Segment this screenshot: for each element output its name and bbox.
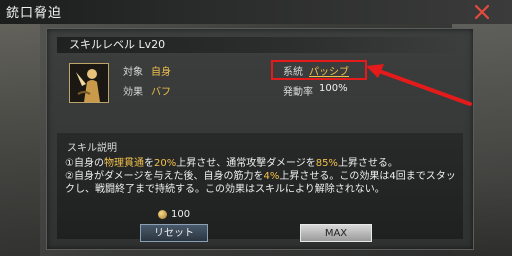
highlight-fragment: 4% xyxy=(263,171,280,182)
max-button[interactable]: MAX xyxy=(300,224,372,242)
highlight-fragment: 物理貫通 xyxy=(103,158,144,169)
skill-portrait-icon xyxy=(69,63,109,103)
close-icon xyxy=(474,4,490,20)
description-line-2: ②自身がダメージを与えた後、自身の筋力を4%上昇させる。この効果は4回までスタッ… xyxy=(65,170,461,196)
text-fragment: 上昇させ、通常攻撃ダメージを xyxy=(176,158,316,169)
effect-label: 効果 xyxy=(123,87,143,98)
text-fragment: 上昇させる。 xyxy=(337,158,398,169)
target-label: 対象 xyxy=(123,67,143,78)
title-bar: 銃口脅迫 xyxy=(0,0,512,24)
highlight-box xyxy=(271,60,367,80)
text-fragment: ①自身の xyxy=(65,158,104,169)
description-text: ①自身の物理貫通を20%上昇させ、通常攻撃ダメージを85%上昇させる。 ②自身が… xyxy=(65,157,461,196)
coin-icon xyxy=(158,210,167,219)
highlight-fragment: 20% xyxy=(153,158,177,169)
close-button[interactable] xyxy=(468,0,496,24)
highlight-fragment: 85% xyxy=(315,158,338,169)
rate-label: 発動率 xyxy=(283,87,313,98)
cost-value: 100 xyxy=(171,209,191,220)
pointer-arrow-icon xyxy=(366,64,472,106)
text-fragment: を xyxy=(143,158,154,169)
description-box: スキル説明 ①自身の物理貫通を20%上昇させ、通常攻撃ダメージを85%上昇させる… xyxy=(57,133,463,239)
cost-display: 100 xyxy=(158,209,190,220)
reset-button[interactable]: リセット xyxy=(140,224,208,242)
target-value: 自身 xyxy=(151,67,171,78)
background-left xyxy=(0,0,40,256)
text-fragment: ②自身がダメージを与えた後、自身の筋力を xyxy=(65,171,264,182)
skill-level-label: スキルレベル Lv20 xyxy=(69,38,166,51)
effect-value: バフ xyxy=(151,87,171,98)
rate-value: 100% xyxy=(319,83,348,94)
description-line-1: ①自身の物理貫通を20%上昇させ、通常攻撃ダメージを85%上昇させる。 xyxy=(65,157,461,170)
window-title: 銃口脅迫 xyxy=(6,6,63,21)
description-title: スキル説明 xyxy=(67,143,117,154)
